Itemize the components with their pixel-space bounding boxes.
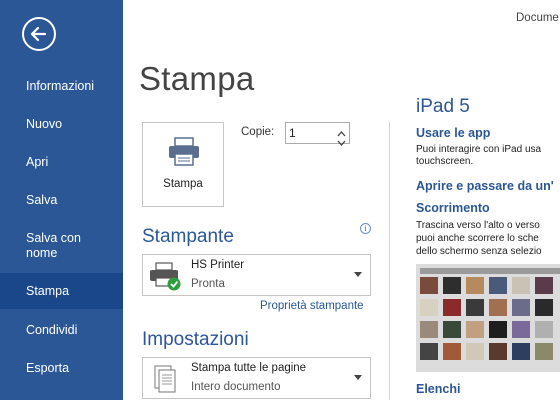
preview-heading: iPad 5 (416, 96, 470, 117)
preview-text: touchscreen. (416, 156, 474, 167)
sidebar-item-nuovo[interactable]: Nuovo (0, 114, 123, 134)
back-arrow-icon[interactable] (22, 17, 56, 51)
chevron-down-icon (354, 272, 362, 277)
sidebar-item-condividi[interactable]: Condividi (0, 320, 123, 340)
printer-icon (167, 137, 201, 172)
print-button-label: Stampa (163, 178, 203, 190)
preview-text: puoi anche scorrere lo sche (416, 233, 539, 244)
pane-divider (389, 122, 390, 400)
pages-icon (147, 363, 183, 400)
info-icon[interactable]: i (360, 223, 371, 234)
backstage-sidebar: Informazioni Nuovo Apri Salva Salva con … (0, 0, 123, 400)
preview-section1-title: Usare le app (416, 126, 491, 140)
chevron-down-icon (354, 375, 362, 380)
print-range-dropdown[interactable]: Stampa tutte le pagine Intero documento (142, 357, 371, 399)
preview-section4-title: Elenchi (416, 382, 461, 396)
copies-input[interactable] (289, 125, 333, 141)
document-title: Docume (516, 12, 559, 24)
preview-section3-title: Scorrimento (416, 201, 490, 215)
sidebar-item-informazioni[interactable]: Informazioni (0, 76, 123, 96)
printer-properties-link[interactable]: Proprietà stampante (260, 300, 364, 312)
printer-ready-icon (147, 260, 183, 297)
preview-text: dello schermo senza selezio (416, 246, 542, 257)
sidebar-item-stampa[interactable]: Stampa (0, 273, 123, 309)
preview-text: Trascina verso l'alto o verso (416, 220, 540, 231)
print-preview[interactable]: iPad 5 Usare le app Puoi interagire con … (416, 90, 560, 400)
printer-section-title: Stampante (142, 226, 234, 247)
preview-text: Puoi interagire con iPad usa (416, 144, 542, 155)
settings-section-title: Impostazioni (142, 329, 249, 350)
print-range-main: Stampa tutte le pagine (191, 362, 307, 374)
page-title: Stampa (139, 60, 255, 97)
printer-dropdown[interactable]: HS Printer Pronta (142, 254, 371, 296)
copies-label: Copie: (241, 126, 275, 138)
print-range-sub: Intero documento (191, 381, 281, 393)
preview-section2-title: Aprire e passare da un' (416, 179, 554, 193)
sidebar-item-esporta[interactable]: Esporta (0, 358, 123, 378)
copies-stepper[interactable] (285, 122, 350, 146)
preview-screenshot-image (416, 264, 560, 372)
printer-status: Pronta (191, 278, 225, 290)
spin-up-icon[interactable] (337, 125, 346, 137)
spin-down-icon[interactable] (337, 134, 346, 146)
printer-name: HS Printer (191, 259, 245, 271)
print-button[interactable]: Stampa (142, 122, 224, 207)
sidebar-item-salva[interactable]: Salva (0, 190, 123, 210)
sidebar-item-apri[interactable]: Apri (0, 152, 123, 172)
sidebar-item-salva-con-nome[interactable]: Salva con nome (0, 228, 123, 264)
